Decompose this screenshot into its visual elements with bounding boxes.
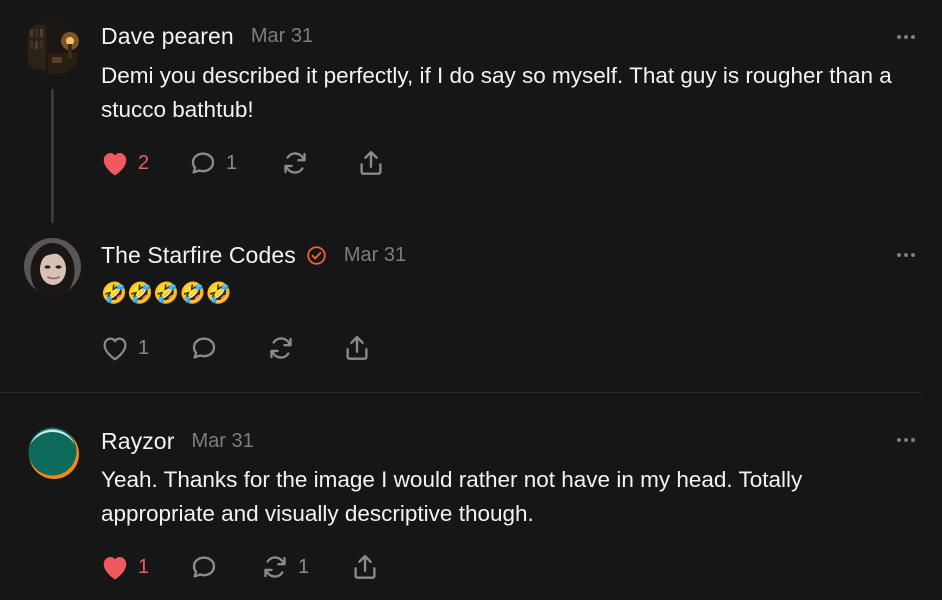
share-icon: [350, 552, 380, 582]
comment-icon: [189, 552, 219, 582]
comment-icon: [189, 333, 219, 363]
restack-button[interactable]: 1: [260, 552, 309, 582]
verified-badge-icon: [306, 245, 327, 266]
reply-count: 1: [226, 151, 238, 174]
heart-filled-icon: [100, 553, 130, 581]
comment-header: The Starfire Codes Mar 31: [101, 242, 406, 269]
restack-button[interactable]: [280, 148, 318, 178]
comment-text: 🤣🤣🤣🤣🤣: [101, 282, 232, 305]
share-button[interactable]: [356, 148, 386, 178]
like-button[interactable]: 2: [100, 148, 149, 178]
reply-button[interactable]: [189, 552, 227, 582]
more-icon[interactable]: [896, 27, 916, 47]
reply-button[interactable]: 1: [188, 148, 237, 178]
share-button[interactable]: [350, 552, 380, 582]
comment-header: Dave pearen Mar 31: [101, 23, 313, 50]
more-icon[interactable]: [896, 430, 916, 450]
author-name[interactable]: Dave pearen: [101, 23, 234, 50]
comment-icon: [188, 148, 218, 178]
comment-feed: Dave pearen Mar 31 Demi you described it…: [0, 0, 942, 600]
author-name[interactable]: The Starfire Codes: [101, 242, 296, 269]
heart-outline-icon: [100, 334, 130, 362]
like-count: 2: [138, 151, 150, 174]
comment-date[interactable]: Mar 31: [251, 25, 313, 48]
restack-icon: [260, 552, 290, 582]
avatar[interactable]: [24, 423, 81, 480]
comment-text: Yeah. Thanks for the image I would rathe…: [101, 467, 803, 526]
restack-icon: [280, 148, 310, 178]
like-button[interactable]: 1: [100, 333, 149, 363]
share-icon: [342, 333, 372, 363]
avatar[interactable]: [24, 238, 81, 295]
comment-date[interactable]: Mar 31: [344, 244, 406, 267]
like-button[interactable]: 1: [100, 552, 149, 582]
share-button[interactable]: [342, 333, 372, 363]
restack-count: 1: [298, 555, 310, 578]
comment-divider: [0, 392, 921, 393]
more-icon[interactable]: [896, 245, 916, 265]
author-name[interactable]: Rayzor: [101, 428, 174, 455]
like-count: 1: [138, 555, 150, 578]
restack-icon: [266, 333, 296, 363]
share-icon: [356, 148, 386, 178]
like-count: 1: [138, 336, 150, 359]
comment-date[interactable]: Mar 31: [191, 430, 253, 453]
avatar[interactable]: [24, 19, 81, 76]
comment-header: Rayzor Mar 31: [101, 428, 254, 455]
comment-text: Demi you described it perfectly, if I do…: [101, 63, 892, 122]
heart-filled-icon: [100, 149, 130, 177]
thread-line: [51, 89, 54, 223]
reply-button[interactable]: [189, 333, 227, 363]
restack-button[interactable]: [266, 333, 304, 363]
